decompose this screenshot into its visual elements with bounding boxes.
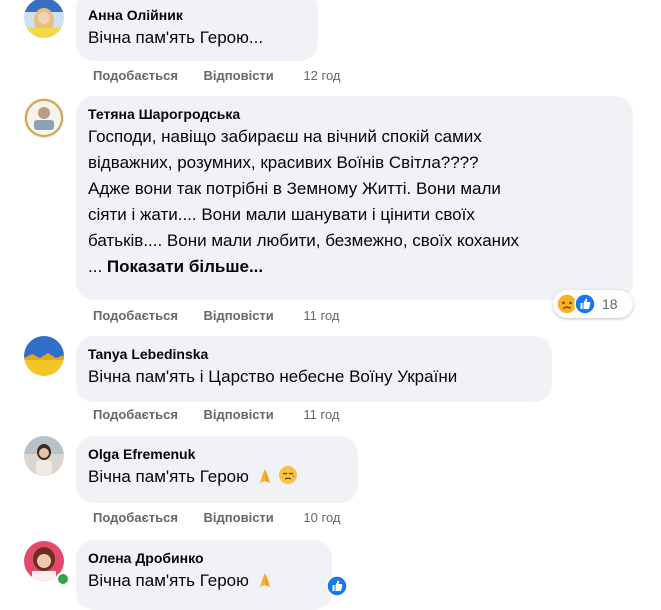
avatar[interactable] [24, 436, 64, 476]
comment-author[interactable]: Анна Олійник [88, 6, 306, 24]
comment-actions: Подобається Відповісти 12 год [93, 68, 340, 84]
comment-text-content: Вічна пам'ять Герою [88, 571, 249, 590]
comment-timestamp[interactable]: 11 год [303, 308, 339, 323]
ellipsis: ... [88, 257, 107, 276]
avatar[interactable] [24, 0, 64, 38]
comment-text-line: відважних, розумних, красивих Воїнів Сві… [88, 153, 479, 172]
comment-text: Вічна пам'ять і Царство небесне Воїну Ук… [88, 364, 540, 390]
like-button[interactable]: Подобається [93, 68, 178, 83]
comment-text: Вічна пам'ять Герою [88, 464, 346, 490]
comment-author[interactable]: Tanya Lebedinska [88, 345, 540, 363]
like-reaction-icon [574, 293, 596, 315]
comment-text-line: ... Показати більше... [88, 254, 621, 280]
comment-text-line: Адже вони так потрібні в Земному Житті. … [88, 179, 501, 198]
comment-author[interactable]: Olga Efremenuk [88, 445, 346, 463]
comment-timestamp[interactable]: 10 год [303, 510, 340, 525]
comment-actions: Подобається Відповісти 10 год [93, 510, 340, 526]
like-button[interactable]: Подобається [93, 510, 178, 525]
comment-actions: Подобається Відповісти 11 год [93, 407, 340, 423]
comment-bubble: Олена Дробинко Вічна пам'ять Герою [76, 540, 332, 610]
comment-text-content: Вічна пам'ять Герою [88, 467, 249, 486]
comment-text: Вічна пам'ять Герою [88, 568, 320, 594]
comment-bubble: Тетяна Шарогродська Господи, навіщо заби… [76, 96, 633, 300]
avatar[interactable] [24, 98, 64, 138]
comment-actions: Подобається Відповісти 11 год [93, 308, 340, 324]
comment-bubble: Анна Олійник Вічна пам'ять Герою... [76, 0, 318, 61]
sad-relieved-face-icon [279, 466, 298, 484]
comment-text-line: сіяти і жати.... Вони мали шанувати і ці… [88, 205, 475, 224]
comment-bubble: Olga Efremenuk Вічна пам'ять Герою [76, 436, 358, 503]
comment-author[interactable]: Тетяна Шарогродська [88, 105, 621, 123]
folded-hands-icon [259, 469, 270, 483]
like-button[interactable]: Подобається [93, 407, 178, 422]
comment-text-line: Вічна пам'ять Герою... [88, 28, 264, 47]
comment-text-line: батьків.... Вони мали любити, безмежно, … [88, 231, 520, 250]
like-reaction-icon[interactable] [326, 575, 348, 597]
comment-author[interactable]: Олена Дробинко [88, 549, 320, 567]
see-more-link[interactable]: Показати більше... [107, 257, 263, 276]
online-status-indicator [56, 572, 70, 586]
comment-text-line: Вічна пам'ять Герою [88, 464, 346, 490]
reply-button[interactable]: Відповісти [204, 510, 274, 525]
folded-hands-icon [259, 573, 270, 587]
reply-button[interactable]: Відповісти [204, 407, 274, 422]
comment-text: Вічна пам'ять Герою... [88, 25, 306, 51]
reactions-summary[interactable]: 18 [553, 290, 633, 318]
comment-text-line: Господи, навіщо забираєш на вічний спокі… [88, 127, 482, 146]
reply-button[interactable]: Відповісти [204, 68, 274, 83]
comment-timestamp[interactable]: 11 год [303, 407, 339, 422]
comment-text: Господи, навіщо забираєш на вічний спокі… [88, 124, 621, 280]
comment-text-line: Вічна пам'ять Герою [88, 568, 320, 594]
comment-text-line: Вічна пам'ять і Царство небесне Воїну Ук… [88, 367, 458, 386]
avatar[interactable] [24, 336, 64, 376]
reaction-count: 18 [602, 296, 618, 312]
reply-button[interactable]: Відповісти [204, 308, 274, 323]
comment-timestamp[interactable]: 12 год [303, 68, 340, 83]
like-button[interactable]: Подобається [93, 308, 178, 323]
comment-bubble: Tanya Lebedinska Вічна пам'ять і Царство… [76, 336, 552, 402]
